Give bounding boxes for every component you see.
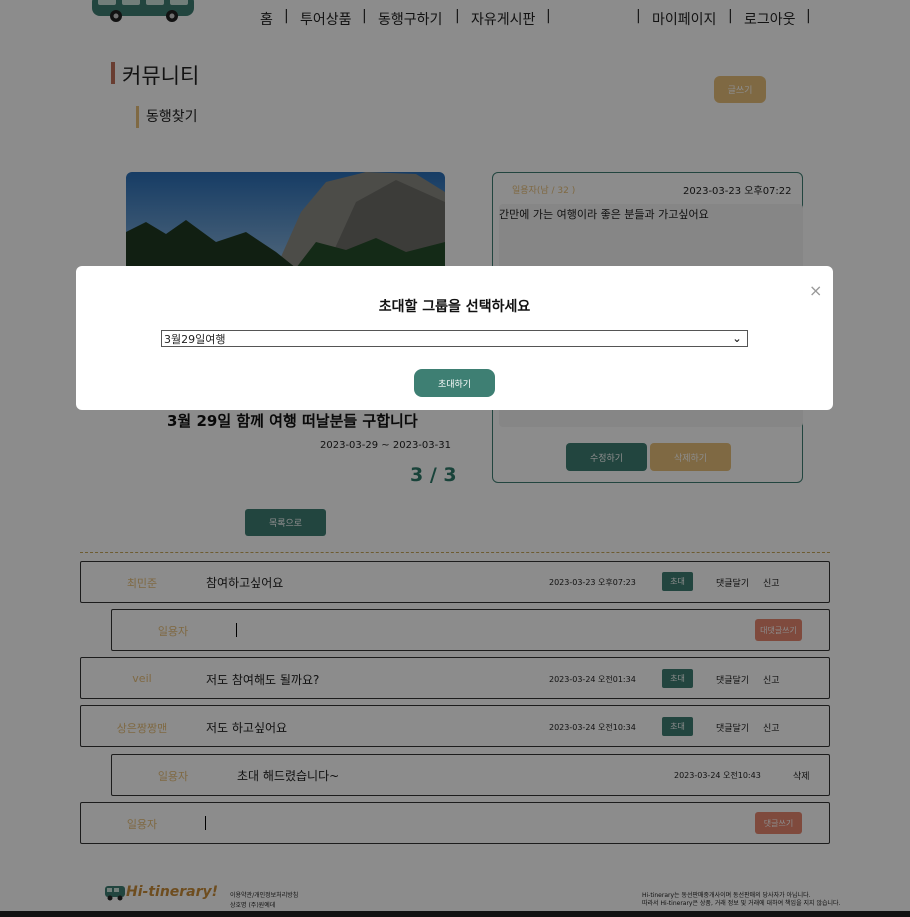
invite-group-modal: × 초대할 그룹을 선택하세요 3월29일여행 ⌄ 초대하기 [76,266,833,410]
chevron-down-icon: ⌄ [732,332,742,345]
invite-confirm-button[interactable]: 초대하기 [414,369,495,397]
group-select-value: 3월29일여행 [164,332,226,346]
modal-backdrop[interactable] [0,0,910,917]
modal-title: 초대할 그룹을 선택하세요 [378,299,531,315]
group-select[interactable]: 3월29일여행 ⌄ [161,330,748,347]
